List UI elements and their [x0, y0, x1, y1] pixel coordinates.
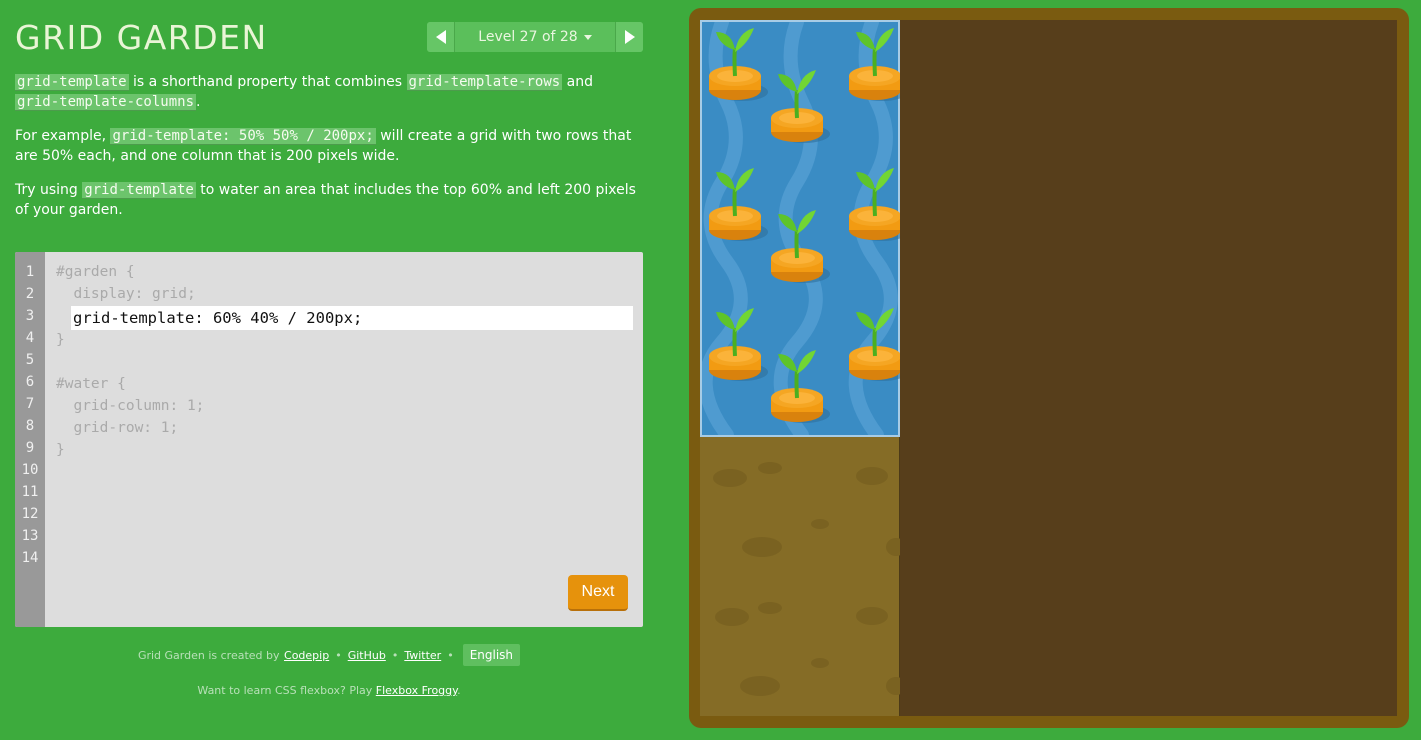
instruction-text: Try using [15, 182, 83, 198]
instruction-text: is a shorthand property that combines [128, 74, 407, 90]
line-number: 8 [25, 418, 35, 434]
level-navigation: Level 27 of 28 [427, 22, 643, 52]
code-snippet: grid-template [82, 182, 196, 199]
separator-dot: • [447, 648, 454, 662]
separator-dot: • [391, 648, 399, 662]
code-line: } [56, 332, 65, 348]
line-number: 10 [21, 462, 39, 478]
flexbox-froggy-link[interactable]: Flexbox Froggy [376, 684, 457, 697]
instruction-text: For example, [15, 128, 111, 144]
garden [700, 20, 1397, 716]
code-line: } [56, 442, 65, 458]
code-line: #garden { [56, 264, 135, 280]
credits: Grid Garden is created by Codepip • GitHub… [15, 643, 643, 667]
line-number: 6 [25, 374, 35, 390]
code-line: grid-column: 1; [56, 398, 205, 414]
code-snippet: grid-template: 50% 50% / 200px; [110, 128, 376, 145]
line-number: 2 [25, 286, 35, 302]
carrot-sprout-icon [849, 308, 900, 381]
line-number: 1 [25, 264, 35, 280]
line-number: 11 [21, 484, 39, 500]
instruction-paragraph-2: For example, grid-template: 50% 50% / 20… [15, 127, 640, 166]
next-button[interactable]: Next [568, 575, 628, 611]
instruction-paragraph-3: Try using grid-template to water an area… [15, 181, 640, 220]
promo-text: . [457, 684, 461, 697]
instruction-text: . [196, 93, 201, 110]
flexbox-froggy-promo: Want to learn CSS flexbox? Play Flexbox … [15, 684, 643, 697]
plants-layer [700, 20, 900, 437]
separator-dot: • [335, 648, 342, 662]
code-line: display: grid; [56, 286, 196, 302]
triangle-right-icon [624, 30, 635, 44]
line-number: 13 [21, 528, 39, 544]
code-snippet: grid-template-rows [406, 74, 563, 91]
language-button[interactable]: English [462, 644, 521, 666]
carrot-sprout-icon [771, 350, 830, 423]
line-number: 9 [25, 440, 35, 456]
line-number: 7 [25, 396, 35, 412]
line-number: 3 [25, 308, 35, 324]
code-snippet: grid-template [15, 74, 129, 91]
line-number: 14 [21, 550, 39, 566]
carrot-sprout-icon [849, 168, 900, 241]
css-input-field[interactable] [71, 306, 633, 330]
next-level-button[interactable] [615, 22, 643, 52]
carrot-sprout-icon [709, 28, 768, 101]
github-link[interactable]: GitHub [348, 649, 386, 662]
carrot-sprout-icon [709, 168, 768, 241]
instructions: grid-template is a shorthand property th… [15, 73, 640, 235]
caret-down-icon [583, 34, 592, 40]
css-editor: 1 2 3 4 5 6 7 8 9 10 11 12 13 14 #garden… [15, 252, 643, 627]
carrot-sprout-icon [849, 28, 900, 101]
page-title: GRID GARDEN [15, 18, 268, 57]
line-number: 5 [25, 352, 35, 368]
level-indicator-label: Level 27 of 28 [478, 29, 578, 45]
previous-level-button[interactable] [427, 22, 455, 52]
carrot-sprout-icon [771, 210, 830, 283]
carrot-sprout-icon [709, 308, 768, 381]
line-number: 4 [25, 330, 35, 346]
codepip-link[interactable]: Codepip [284, 649, 329, 662]
code-line: grid-row: 1; [56, 420, 179, 436]
instruction-paragraph-1: grid-template is a shorthand property th… [15, 73, 640, 112]
code-line: #water { [56, 376, 126, 392]
triangle-left-icon [435, 30, 446, 44]
line-number: 12 [21, 506, 39, 522]
carrot-sprout-icon [771, 70, 830, 143]
credits-text: Grid Garden is created by [137, 648, 280, 662]
twitter-link[interactable]: Twitter [404, 649, 441, 662]
promo-text: Want to learn CSS flexbox? Play [197, 684, 376, 697]
code-snippet: grid-template-columns [15, 93, 197, 111]
level-indicator-dropdown[interactable]: Level 27 of 28 [455, 22, 615, 52]
instruction-text: and [562, 74, 594, 90]
